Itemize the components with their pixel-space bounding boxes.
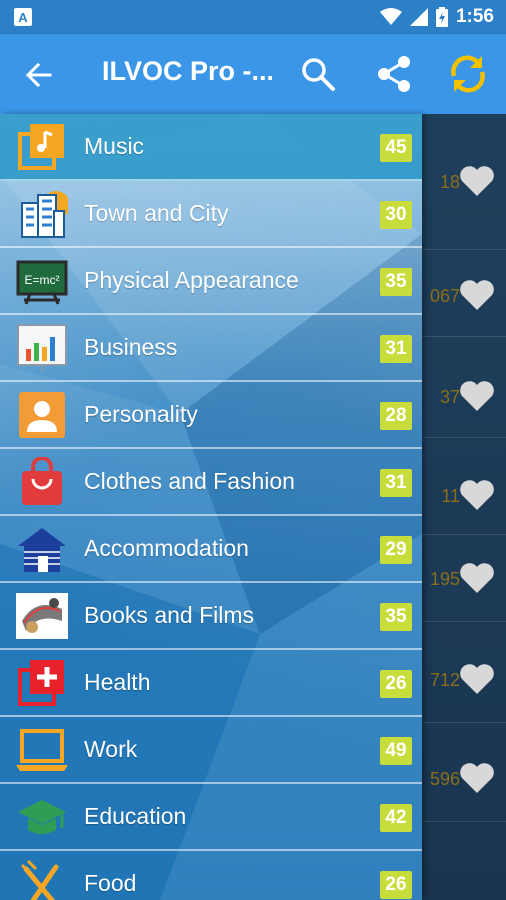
list-item[interactable]: 596 — [422, 723, 506, 822]
notification-icon: A — [14, 8, 32, 26]
category-label: Education — [84, 803, 187, 829]
shopping-bag-icon — [22, 457, 62, 505]
navigation-drawer: Music 45 Town and City 30 E=mc² Physical… — [0, 114, 422, 900]
item-count: 195 — [429, 569, 460, 589]
item-count: 18 — [439, 172, 460, 192]
heart-icon[interactable] — [458, 278, 496, 312]
count-badge: 28 — [380, 402, 412, 430]
category-education[interactable]: Education 42 — [0, 784, 422, 851]
share-icon[interactable] — [374, 54, 414, 94]
background-list: 18 067 37 11 195 712 596 — [422, 114, 506, 900]
category-books-and-films[interactable]: Books and Films 35 — [0, 583, 422, 650]
category-food[interactable]: Food 26 — [0, 851, 422, 900]
search-icon[interactable] — [300, 56, 336, 92]
category-label: Business — [84, 334, 178, 360]
film-reel-icon — [16, 593, 68, 639]
category-health[interactable]: Health 26 — [0, 650, 422, 717]
item-count: 11 — [441, 486, 460, 506]
clock: 1:56 — [455, 6, 494, 27]
battery-icon — [435, 7, 448, 27]
category-physical-appearance[interactable]: E=mc² Physical Appearance 35 — [0, 248, 422, 315]
category-label: Books and Films — [84, 602, 255, 628]
cutlery-icon — [20, 859, 59, 900]
svg-text:E=mc²: E=mc² — [24, 273, 59, 287]
count-badge: 31 — [380, 469, 412, 497]
back-arrow-icon[interactable] — [22, 58, 56, 92]
log-cabin-icon — [18, 528, 66, 572]
list-item[interactable]: 067 — [422, 250, 506, 337]
heart-icon[interactable] — [458, 379, 496, 413]
category-music[interactable]: Music 45 — [0, 114, 422, 181]
heart-icon[interactable] — [458, 561, 496, 595]
list-item[interactable]: 712 — [422, 622, 506, 723]
formula-board-icon: E=mc² — [16, 260, 68, 305]
category-label: Food — [84, 870, 137, 896]
medical-cross-icon — [18, 660, 64, 706]
heart-icon[interactable] — [458, 662, 496, 696]
count-badge: 35 — [380, 603, 412, 631]
wifi-icon — [379, 8, 402, 25]
count-badge: 45 — [380, 134, 412, 162]
music-note-icon — [18, 124, 64, 170]
count-badge: 49 — [380, 737, 412, 765]
category-label: Clothes and Fashion — [84, 468, 295, 494]
heart-icon[interactable] — [458, 164, 496, 198]
item-count: 596 — [429, 769, 460, 789]
page-title: ILVOC Pro -... — [102, 56, 272, 86]
app-bar: ILVOC Pro -... — [0, 34, 506, 114]
count-badge: 26 — [380, 871, 412, 899]
signal-icon — [409, 8, 428, 26]
list-item[interactable]: 18 — [422, 114, 506, 250]
person-icon — [19, 392, 65, 438]
category-work[interactable]: Work 49 — [0, 717, 422, 784]
item-count: 37 — [439, 387, 460, 407]
list-item[interactable]: 11 — [422, 438, 506, 535]
category-label: Work — [84, 736, 138, 762]
category-label: Personality — [84, 401, 198, 427]
count-badge: 35 — [380, 268, 412, 296]
laptop-icon — [16, 729, 68, 771]
list-item[interactable]: 37 — [422, 337, 506, 438]
category-clothes-and-fashion[interactable]: Clothes and Fashion 31 — [0, 449, 422, 516]
heart-icon[interactable] — [458, 478, 496, 512]
item-count: 067 — [429, 286, 460, 306]
city-buildings-icon — [21, 191, 68, 238]
status-bar: A 1:56 — [0, 0, 506, 34]
category-town-and-city[interactable]: Town and City 30 — [0, 181, 422, 248]
count-badge: 26 — [380, 670, 412, 698]
category-label: Physical Appearance — [84, 267, 299, 293]
category-label: Accommodation — [84, 535, 249, 561]
count-badge: 42 — [380, 804, 412, 832]
list-item[interactable]: 195 — [422, 535, 506, 622]
category-personality[interactable]: Personality 28 — [0, 382, 422, 449]
graduation-cap-icon — [18, 800, 66, 834]
category-label: Town and City — [84, 200, 229, 226]
category-accommodation[interactable]: Accommodation 29 — [0, 516, 422, 583]
heart-icon[interactable] — [458, 761, 496, 795]
category-business[interactable]: Business 31 — [0, 315, 422, 382]
svg-text:A: A — [18, 10, 28, 25]
category-label: Music — [84, 133, 145, 159]
count-badge: 29 — [380, 536, 412, 564]
count-badge: 31 — [380, 335, 412, 363]
count-badge: 30 — [380, 201, 412, 229]
sync-icon[interactable] — [446, 52, 490, 96]
item-count: 712 — [429, 670, 460, 690]
bar-chart-board-icon — [17, 324, 67, 371]
category-label: Health — [84, 669, 151, 695]
